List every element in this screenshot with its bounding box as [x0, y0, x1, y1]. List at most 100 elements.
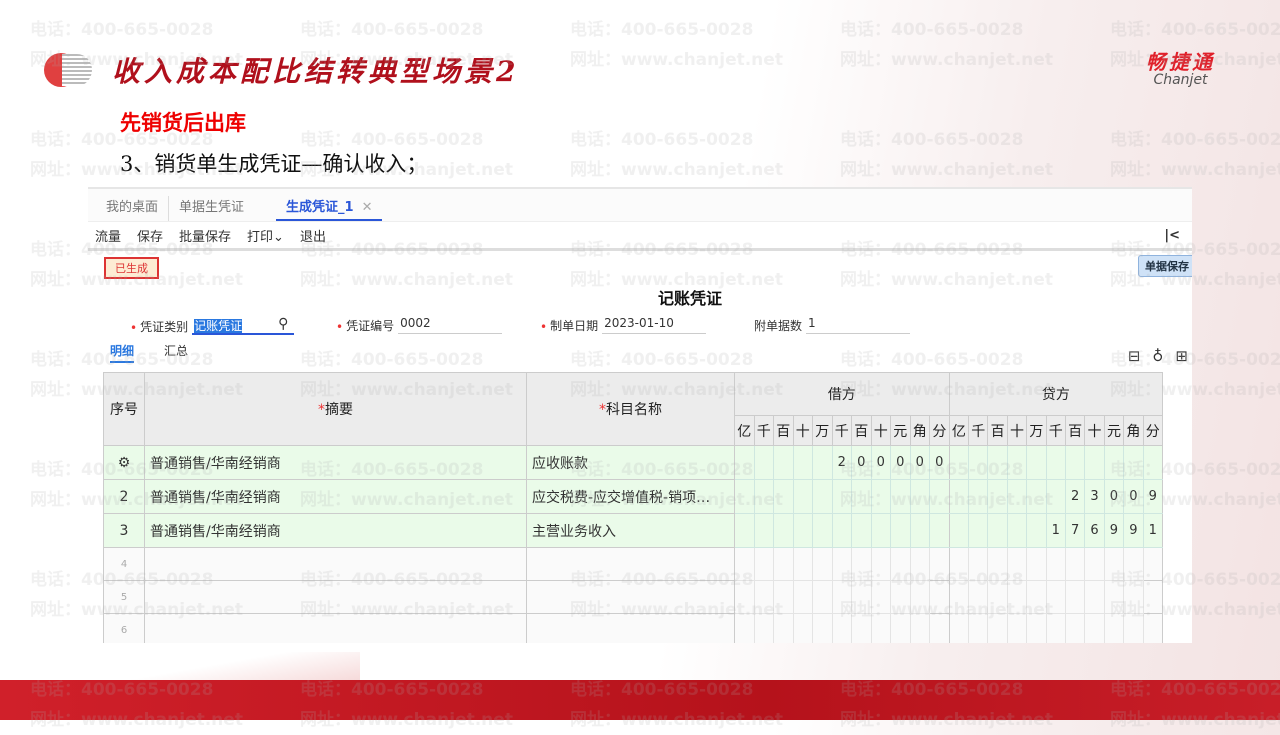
tab-doc-voucher[interactable]: 单据生凭证 [169, 196, 254, 221]
amount-cell[interactable] [1006, 547, 1028, 581]
debit-digit-cell[interactable] [792, 445, 813, 480]
credit-digit-cell[interactable] [948, 445, 970, 480]
amount-cell[interactable] [929, 580, 950, 614]
amount-cell[interactable] [1142, 613, 1164, 643]
amount-cell[interactable] [1064, 580, 1086, 614]
amount-cell[interactable] [1045, 580, 1066, 614]
amount-cell[interactable] [1123, 547, 1144, 581]
debit-digit-cell[interactable]: 0 [851, 445, 872, 480]
amount-cell[interactable] [734, 547, 755, 581]
amount-cell[interactable] [948, 547, 970, 581]
amount-cell[interactable] [831, 547, 852, 581]
debit-digit-cell[interactable] [851, 513, 872, 548]
credit-digit-cell[interactable]: 1 [1045, 513, 1066, 548]
credit-digit-cell[interactable] [1006, 445, 1028, 480]
credit-digit-cell[interactable] [1142, 445, 1164, 480]
amount-cell[interactable] [812, 547, 833, 581]
credit-digit-cell[interactable] [1026, 513, 1047, 548]
table-row-empty[interactable]: 6 [103, 613, 1164, 643]
debit-digit-cell[interactable] [792, 479, 813, 514]
amount-cell[interactable] [909, 547, 930, 581]
debit-digit-cell[interactable] [929, 513, 950, 548]
debit-digit-cell[interactable] [831, 479, 852, 514]
amount-cell[interactable] [753, 580, 774, 614]
credit-digit-cell[interactable] [948, 513, 970, 548]
collapse-icon[interactable]: |< [1164, 228, 1180, 243]
amount-cell[interactable] [734, 580, 755, 614]
amount-cell[interactable] [929, 547, 950, 581]
amount-cell[interactable] [773, 547, 794, 581]
amount-cell[interactable] [1045, 613, 1066, 643]
credit-digit-cell[interactable]: 0 [1123, 479, 1144, 514]
amount-cell[interactable] [890, 547, 911, 581]
amount-cell[interactable] [812, 613, 833, 643]
date-input[interactable]: 2023-01-10 [602, 316, 707, 334]
print-dropdown[interactable]: 打印⌄ [247, 226, 284, 245]
credit-digit-cell[interactable] [987, 479, 1008, 514]
amount-cell[interactable] [1026, 613, 1047, 643]
debit-digit-cell[interactable] [909, 479, 930, 514]
row-account[interactable] [526, 547, 735, 581]
credit-digit-cell[interactable]: 0 [1103, 479, 1125, 514]
debit-digit-cell[interactable] [773, 445, 794, 480]
table-row[interactable]: 2 普通销售/华南经销商 应交税费-应交增值税-销项… 2 3 0 0 9 [103, 479, 1164, 514]
debit-digit-cell[interactable] [870, 513, 891, 548]
row-summary[interactable] [144, 613, 527, 643]
debit-digit-cell[interactable]: 0 [870, 445, 891, 480]
credit-digit-cell[interactable] [948, 479, 970, 514]
amount-cell[interactable] [734, 613, 755, 643]
debit-digit-cell[interactable] [792, 513, 813, 548]
table-row[interactable]: 3 普通销售/华南经销商 主营业务收入 1 7 6 9 9 1 [103, 513, 1164, 548]
debit-digit-cell[interactable] [929, 479, 950, 514]
amount-cell[interactable] [1045, 547, 1066, 581]
row-summary[interactable]: 普通销售/华南经销商 [144, 445, 527, 480]
debit-digit-cell[interactable]: 0 [890, 445, 911, 480]
credit-digit-cell[interactable] [1084, 445, 1105, 480]
amount-cell[interactable] [987, 547, 1008, 581]
row-account[interactable]: 应交税费-应交增值税-销项… [526, 479, 735, 514]
close-icon[interactable]: ✕ [362, 200, 373, 215]
amount-cell[interactable] [890, 580, 911, 614]
batch-save-button[interactable]: 批量保存 [179, 226, 231, 245]
exit-button[interactable]: 退出 [300, 226, 326, 245]
amount-cell[interactable] [870, 580, 891, 614]
voucher-no-input[interactable]: 0002 [398, 316, 503, 334]
credit-digit-cell[interactable]: 2 [1064, 479, 1086, 514]
debit-digit-cell[interactable] [812, 479, 833, 514]
amount-cell[interactable] [1026, 580, 1047, 614]
debit-digit-cell[interactable] [870, 479, 891, 514]
credit-digit-cell[interactable]: 7 [1064, 513, 1086, 548]
credit-digit-cell[interactable] [968, 513, 989, 548]
credit-digit-cell[interactable]: 3 [1084, 479, 1105, 514]
debit-digit-cell[interactable]: 2 [831, 445, 852, 480]
debit-digit-cell[interactable] [734, 513, 755, 548]
amount-cell[interactable] [1123, 580, 1144, 614]
amount-cell[interactable] [1084, 580, 1105, 614]
credit-digit-cell[interactable] [1123, 445, 1144, 480]
amount-cell[interactable] [792, 580, 813, 614]
debit-digit-cell[interactable]: 0 [929, 445, 950, 480]
debit-digit-cell[interactable] [812, 513, 833, 548]
amount-cell[interactable] [1103, 613, 1125, 643]
amount-cell[interactable] [987, 580, 1008, 614]
tab-generate-voucher[interactable]: 生成凭证_1 ✕ [276, 196, 383, 221]
credit-digit-cell[interactable] [1026, 479, 1047, 514]
amount-cell[interactable] [1142, 580, 1164, 614]
debit-digit-cell[interactable] [890, 479, 911, 514]
row-summary[interactable]: 普通销售/华南经销商 [144, 479, 527, 514]
amount-cell[interactable] [987, 613, 1008, 643]
credit-digit-cell[interactable] [1064, 445, 1086, 480]
amount-cell[interactable] [1026, 547, 1047, 581]
amount-cell[interactable] [831, 613, 852, 643]
credit-digit-cell[interactable] [1045, 479, 1066, 514]
amount-cell[interactable] [909, 613, 930, 643]
layout-icon[interactable]: ⊞ [1175, 347, 1188, 365]
row-account[interactable]: 主营业务收入 [526, 513, 735, 548]
amount-cell[interactable] [792, 613, 813, 643]
credit-digit-cell[interactable]: 1 [1142, 513, 1164, 548]
debit-digit-cell[interactable] [753, 445, 774, 480]
amount-cell[interactable] [948, 580, 970, 614]
amount-cell[interactable] [929, 613, 950, 643]
debit-digit-cell[interactable] [909, 513, 930, 548]
amount-cell[interactable] [1123, 613, 1144, 643]
